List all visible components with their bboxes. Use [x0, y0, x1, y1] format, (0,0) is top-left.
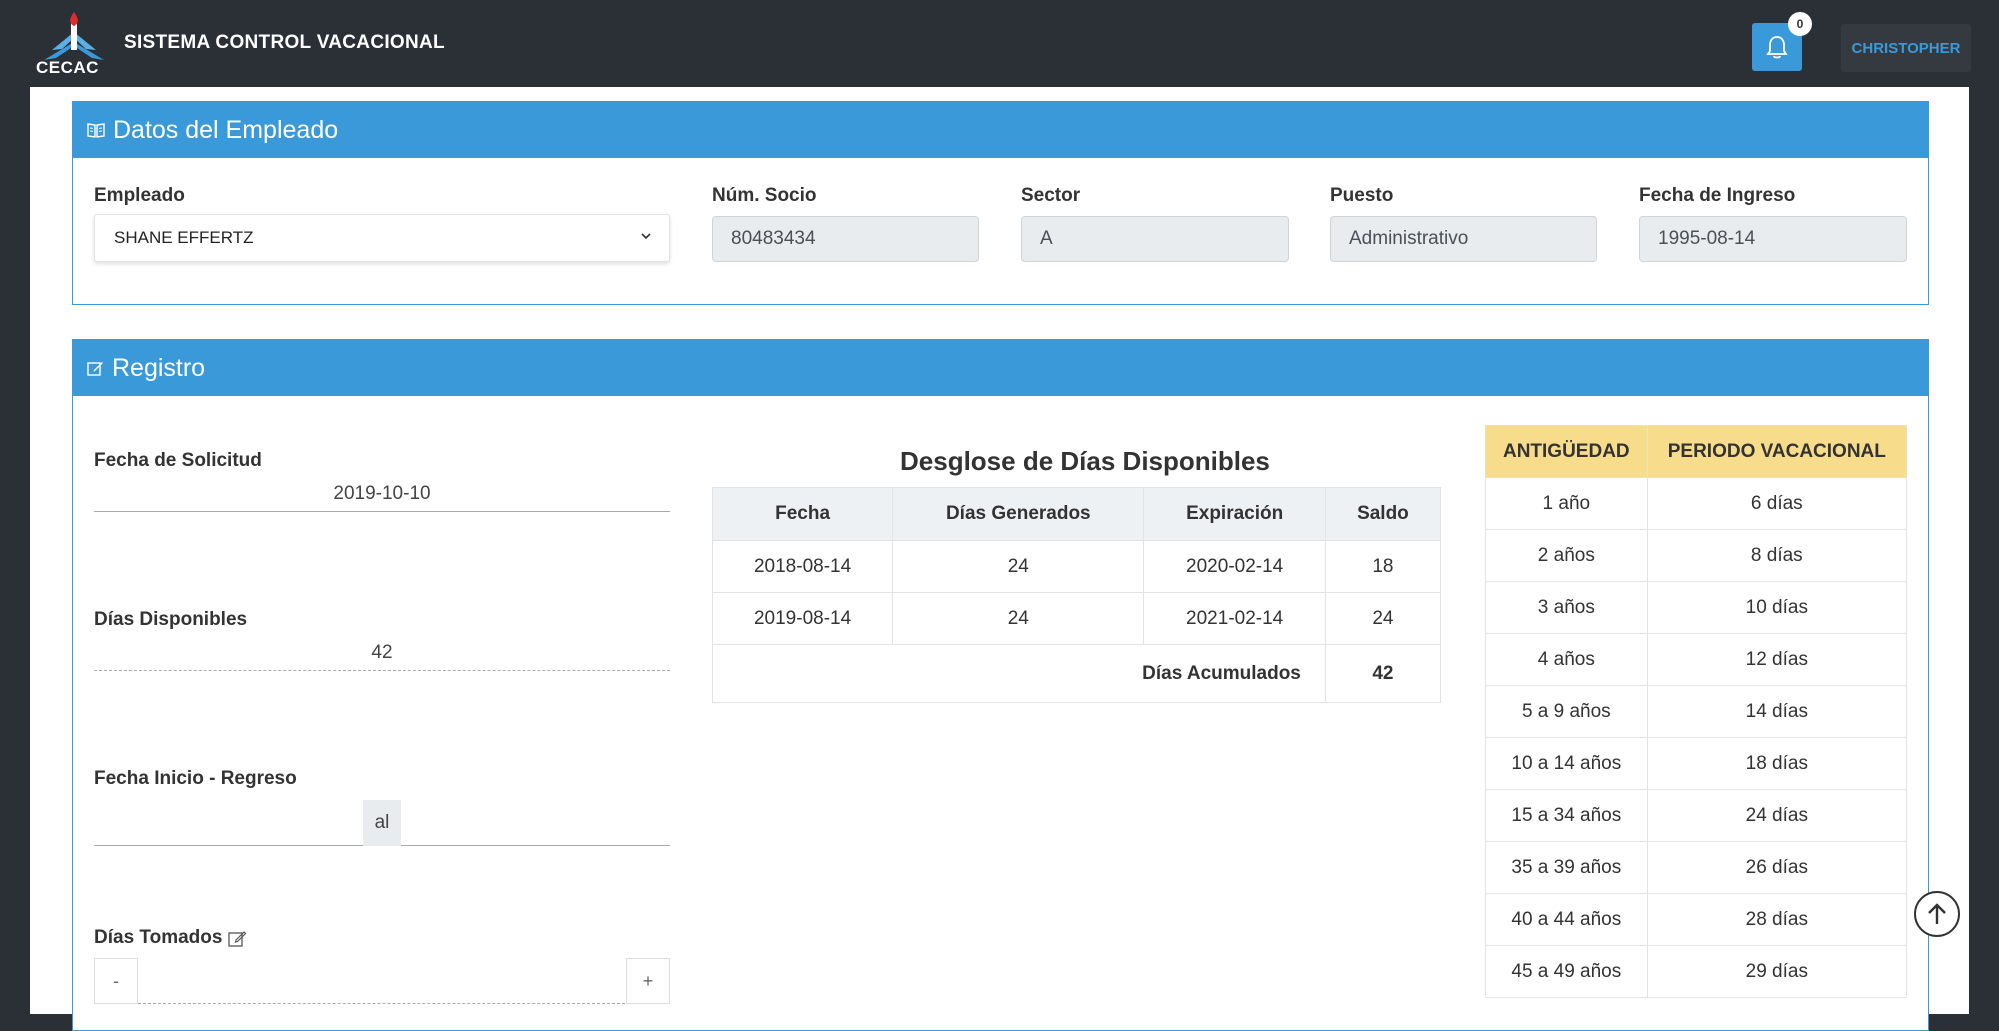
- socio-field[interactable]: 80483434: [712, 216, 979, 262]
- breakdown-table: Fecha Días Generados Expiración Saldo 20…: [712, 487, 1441, 703]
- seniority-cell: 5 a 9 años: [1486, 686, 1648, 738]
- seniority-cell: 40 a 44 años: [1486, 894, 1648, 946]
- tomados-label: Días Tomados: [94, 927, 222, 949]
- edit-icon: [87, 360, 104, 377]
- registro-card-header: Registro: [73, 340, 1928, 396]
- ingreso-label: Fecha de Ingreso: [1639, 185, 1795, 207]
- table-row: 45 a 49 años29 días: [1486, 946, 1907, 998]
- breakdown-header-saldo: Saldo: [1325, 488, 1440, 541]
- breakdown-cell: 24: [893, 593, 1144, 645]
- seniority-cell: 45 a 49 años: [1486, 946, 1648, 998]
- empleado-select[interactable]: SHANE EFFERTZ: [94, 214, 670, 262]
- table-row-total: Días Acumulados 42: [713, 645, 1441, 703]
- bell-icon: [1766, 35, 1788, 59]
- seniority-cell: 12 días: [1647, 634, 1906, 686]
- table-row: 2018-08-14 24 2020-02-14 18: [713, 541, 1441, 593]
- seniority-cell: 8 días: [1647, 530, 1906, 582]
- employee-card-header: Datos del Empleado: [73, 102, 1928, 158]
- decrement-button[interactable]: -: [94, 958, 138, 1004]
- table-row: 1 año6 días: [1486, 478, 1907, 530]
- sector-label: Sector: [1021, 185, 1080, 207]
- employee-data-card: Datos del Empleado Empleado SHANE EFFERT…: [72, 101, 1929, 305]
- total-label: Días Acumulados: [713, 645, 1326, 703]
- table-row: 3 años10 días: [1486, 582, 1907, 634]
- seniority-cell: 29 días: [1647, 946, 1906, 998]
- breakdown-cell: 2019-08-14: [713, 593, 893, 645]
- puesto-field[interactable]: Administrativo: [1330, 216, 1597, 262]
- registro-card: Registro Fecha de Solicitud 2019-10-10 D…: [72, 339, 1929, 1031]
- table-row: 15 a 34 años24 días: [1486, 790, 1907, 842]
- seniority-cell: 1 año: [1486, 478, 1648, 530]
- seniority-cell: 14 días: [1647, 686, 1906, 738]
- breakdown-cell: 24: [893, 541, 1144, 593]
- seniority-cell: 3 años: [1486, 582, 1648, 634]
- main-content: Datos del Empleado Empleado SHANE EFFERT…: [30, 87, 1969, 1014]
- logo-text: CECAC: [36, 58, 99, 78]
- arrow-up-icon: [1926, 902, 1948, 926]
- sector-field[interactable]: A: [1021, 216, 1289, 262]
- table-row: 35 a 39 años26 días: [1486, 842, 1907, 894]
- top-navbar: CECAC SISTEMA CONTROL VACACIONAL 0 CHRIS…: [0, 0, 1999, 87]
- seniority-cell: 2 años: [1486, 530, 1648, 582]
- solicitud-date-field[interactable]: 2019-10-10: [94, 476, 670, 512]
- user-menu-button[interactable]: CHRISTOPHER: [1841, 24, 1971, 72]
- scroll-to-top-button[interactable]: [1914, 891, 1960, 937]
- seniority-cell: 15 a 34 años: [1486, 790, 1648, 842]
- breakdown-cell: 2018-08-14: [713, 541, 893, 593]
- seniority-cell: 28 días: [1647, 894, 1906, 946]
- solicitud-label: Fecha de Solicitud: [94, 450, 262, 472]
- table-row: 2019-08-14 24 2021-02-14 24: [713, 593, 1441, 645]
- seniority-table: ANTIGÜEDAD PERIODO VACACIONAL 1 año6 día…: [1485, 425, 1907, 998]
- empleado-label: Empleado: [94, 185, 185, 207]
- total-value: 42: [1325, 645, 1440, 703]
- seniority-cell: 18 días: [1647, 738, 1906, 790]
- seniority-header-periodo: PERIODO VACACIONAL: [1647, 426, 1906, 478]
- tomados-input[interactable]: [138, 958, 625, 1004]
- puesto-label: Puesto: [1330, 185, 1393, 207]
- socio-label: Núm. Socio: [712, 185, 817, 207]
- notification-count-badge: 0: [1788, 12, 1812, 36]
- table-row: 4 años12 días: [1486, 634, 1907, 686]
- app-title: SISTEMA CONTROL VACACIONAL: [124, 32, 445, 54]
- seniority-cell: 24 días: [1647, 790, 1906, 842]
- seniority-header-antiguedad: ANTIGÜEDAD: [1486, 426, 1648, 478]
- breakdown-cell: 18: [1325, 541, 1440, 593]
- seniority-cell: 26 días: [1647, 842, 1906, 894]
- breakdown-title: Desglose de Días Disponibles: [900, 446, 1270, 477]
- table-row: 10 a 14 años18 días: [1486, 738, 1907, 790]
- registro-card-title: Registro: [112, 354, 205, 383]
- breakdown-cell: 2020-02-14: [1144, 541, 1325, 593]
- increment-button[interactable]: +: [626, 958, 670, 1004]
- table-row: 40 a 44 años28 días: [1486, 894, 1907, 946]
- breakdown-header-expiracion: Expiración: [1144, 488, 1325, 541]
- inicio-regreso-label: Fecha Inicio - Regreso: [94, 768, 297, 790]
- seniority-cell: 4 años: [1486, 634, 1648, 686]
- disponibles-label: Días Disponibles: [94, 609, 247, 631]
- seniority-cell: 35 a 39 años: [1486, 842, 1648, 894]
- table-row: 2 años8 días: [1486, 530, 1907, 582]
- seniority-cell: 10 días: [1647, 582, 1906, 634]
- book-icon: [87, 122, 105, 138]
- breakdown-cell: 2021-02-14: [1144, 593, 1325, 645]
- breakdown-cell: 24: [1325, 593, 1440, 645]
- table-row: 5 a 9 años14 días: [1486, 686, 1907, 738]
- edit-pencil-icon: [228, 929, 247, 948]
- tomados-label-row: Días Tomados: [94, 927, 247, 949]
- seniority-cell: 6 días: [1647, 478, 1906, 530]
- disponibles-field: 42: [94, 635, 670, 671]
- breakdown-header-generados: Días Generados: [893, 488, 1144, 541]
- chevron-down-icon: [639, 229, 653, 243]
- seniority-cell: 10 a 14 años: [1486, 738, 1648, 790]
- breakdown-header-fecha: Fecha: [713, 488, 893, 541]
- employee-card-title: Datos del Empleado: [113, 116, 338, 145]
- ingreso-field[interactable]: 1995-08-14: [1639, 216, 1907, 262]
- range-separator: al: [363, 800, 401, 846]
- empleado-select-value: SHANE EFFERTZ: [114, 228, 253, 248]
